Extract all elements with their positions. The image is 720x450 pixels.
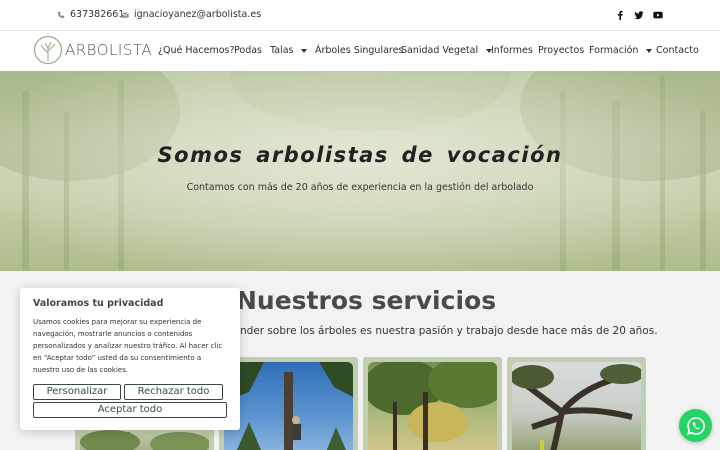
nav-label: Informes (491, 45, 533, 56)
nav-sanidad-vegetal[interactable]: Sanidad Vegetal (401, 45, 493, 56)
nav-contacto[interactable]: Contacto (656, 45, 699, 56)
cookie-title: Valoramos tu privacidad (33, 298, 164, 309)
phone-number: 637382661 (70, 9, 125, 20)
services-title: Nuestros servicios (236, 286, 497, 315)
nav-label: Talas (270, 45, 294, 56)
nav-label: ¿Qué Hacemos? (158, 45, 235, 56)
nav-arboles-singulares[interactable]: Árboles Singulares (315, 45, 403, 56)
service-card[interactable] (363, 357, 502, 450)
whatsapp-icon (686, 416, 705, 435)
tree-logo-icon (33, 35, 63, 65)
nav-formacion[interactable]: Formación (589, 45, 653, 56)
hero-haze (0, 71, 720, 271)
service-card[interactable] (507, 357, 646, 450)
envelope-icon (121, 11, 129, 18)
caret-down-icon (646, 48, 653, 53)
facebook-icon[interactable] (614, 9, 626, 21)
service-photo (512, 362, 641, 450)
phone-contact[interactable]: 637382661 (57, 9, 124, 20)
service-photo (224, 362, 353, 450)
nav-label: Árboles Singulares (315, 45, 404, 56)
cookie-consent-dialog: Valoramos tu privacidad Usamos cookies p… (20, 288, 240, 430)
nav-informes[interactable]: Informes (491, 45, 533, 56)
nav-label: Formación (589, 45, 639, 56)
hero-subtitle: Contamos con más de 20 años de experienc… (186, 182, 534, 193)
brand-name: ARBOLISTA (65, 41, 153, 59)
hero-title: Somos arbolistas de vocación (157, 143, 563, 167)
nav-podas[interactable]: Podas (234, 45, 262, 56)
nav-label: Contacto (656, 45, 699, 56)
nav-proyectos[interactable]: Proyectos (538, 45, 584, 56)
email-address: ignacioyanez@arbolista.es (134, 9, 262, 20)
forest-photo-illustration (368, 362, 497, 450)
reject-all-button[interactable]: Rechazar todo (124, 384, 223, 400)
nav-label: Podas (234, 45, 263, 56)
climber-photo-illustration (224, 362, 353, 450)
caret-down-icon (301, 48, 308, 53)
nav-que-hacemos[interactable]: ¿Qué Hacemos? (158, 45, 235, 56)
nav-label: Proyectos (538, 45, 585, 56)
top-bar: 637382661 ignacioyanez@arbolista.es (0, 0, 720, 31)
services-subtitle: nder sobre los árboles es nuestra pasión… (240, 325, 658, 337)
email-contact[interactable]: ignacioyanez@arbolista.es (121, 9, 261, 20)
youtube-icon[interactable] (652, 9, 664, 21)
phone-icon (57, 11, 65, 18)
nav-label: Sanidad Vegetal (401, 45, 479, 56)
site-logo[interactable]: ARBOLISTA (33, 35, 152, 65)
hero-banner: Somos arbolistas de vocación Contamos co… (0, 71, 720, 271)
service-photo (368, 362, 497, 450)
oak-photo-illustration (512, 364, 641, 450)
customize-button[interactable]: Personalizar (33, 384, 121, 400)
main-navbar: ARBOLISTA ¿Qué Hacemos? Podas Talas Árbo… (0, 31, 720, 71)
accept-all-button[interactable]: Aceptar todo (33, 402, 227, 418)
cookie-text: Usamos cookies para mejorar su experienc… (33, 318, 223, 374)
twitter-icon[interactable] (633, 9, 645, 21)
nav-talas[interactable]: Talas (270, 45, 308, 56)
whatsapp-button[interactable] (679, 409, 712, 442)
